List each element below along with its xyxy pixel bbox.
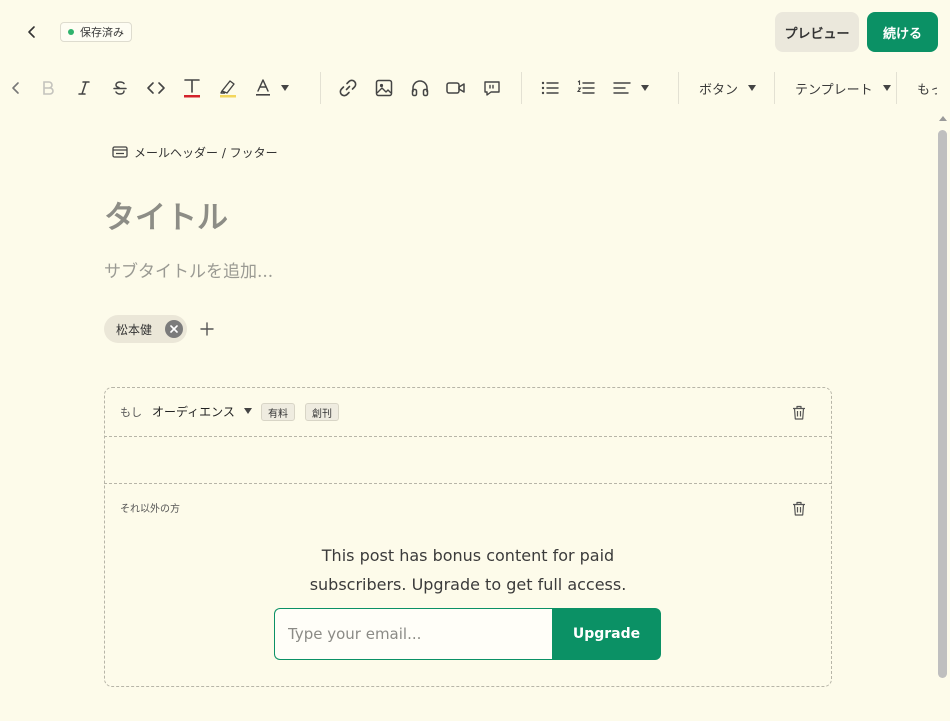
saved-label: 保存済み [80, 26, 124, 39]
condition-if-label: もし [120, 406, 142, 419]
highlighter-icon [220, 80, 236, 98]
video-button[interactable] [444, 76, 468, 100]
post-title-input[interactable]: タイトル [104, 192, 228, 237]
caret-down-icon [243, 408, 252, 414]
italic-button[interactable] [72, 76, 96, 100]
toolbar-scroll-left-button[interactable] [4, 76, 28, 100]
upgrade-button[interactable]: Upgrade [552, 608, 661, 660]
preview-button[interactable]: プレビュー [775, 12, 859, 52]
email-header-footer-link[interactable]: メールヘッダー / フッター [112, 143, 278, 161]
header-footer-label: メールヘッダー / フッター [134, 145, 278, 160]
condition-else-label: それ以外の方 [120, 504, 180, 515]
italic-icon [78, 81, 90, 95]
header-footer-icon [112, 146, 128, 158]
headphones-icon [411, 80, 429, 97]
toolbar-divider [521, 72, 522, 104]
close-icon [170, 325, 178, 333]
bold-icon [43, 81, 54, 95]
trash-icon [793, 405, 805, 420]
highlight-button[interactable] [216, 76, 240, 100]
audience-label: オーディエンス [152, 404, 235, 419]
image-button[interactable] [372, 76, 396, 100]
font-color-dropdown[interactable] [254, 76, 298, 100]
add-author-button[interactable] [198, 320, 216, 338]
chevron-left-icon [28, 26, 35, 38]
link-icon [339, 79, 357, 97]
more-label: もっと見る [917, 82, 937, 98]
delete-condition-button[interactable] [791, 404, 807, 420]
post-subtitle-input[interactable]: サブタイトルを追加... [104, 257, 273, 282]
plus-icon [200, 322, 214, 336]
code-button[interactable] [144, 76, 168, 100]
remove-author-button[interactable] [165, 320, 183, 338]
scroll-up-arrow-icon[interactable] [939, 116, 947, 121]
quote-button[interactable] [480, 76, 504, 100]
bullet-list-button[interactable] [538, 76, 562, 100]
paywall-line-1: This post has bonus content for paid [321, 546, 615, 565]
button-insert-dropdown[interactable]: ボタン [699, 78, 757, 98]
text-color-button[interactable] [180, 76, 204, 100]
more-dropdown[interactable]: もっと見る [917, 78, 937, 98]
code-icon [147, 82, 165, 94]
image-icon [375, 79, 393, 97]
block-divider [104, 436, 832, 437]
button-insert-label: ボタン [699, 82, 739, 98]
scrollbar-thumb[interactable] [938, 130, 947, 678]
continue-button[interactable]: 続ける [867, 12, 938, 52]
align-left-icon [613, 82, 631, 94]
caret-down-icon [641, 85, 649, 91]
caret-down-icon [748, 85, 757, 91]
chevron-left-icon [12, 82, 19, 94]
block-divider [104, 483, 832, 484]
caret-down-icon [882, 85, 891, 91]
paywall-line-2: subscribers. Upgrade to get full access. [309, 575, 627, 594]
toolbar-divider [896, 72, 897, 104]
strikethrough-button[interactable] [108, 76, 132, 100]
caret-down-icon [281, 85, 289, 91]
audio-button[interactable] [408, 76, 432, 100]
strikethrough-icon [113, 81, 127, 95]
toolbar-divider [678, 72, 679, 104]
trash-icon [793, 501, 805, 516]
audience-dropdown[interactable]: オーディエンス [152, 402, 252, 420]
paywall-message: This post has bonus content for paid sub… [104, 541, 832, 599]
author-name: 松本健 [116, 322, 153, 337]
bold-button[interactable] [36, 76, 60, 100]
quote-bubble-icon [484, 81, 500, 96]
delete-else-button[interactable] [791, 500, 807, 516]
toolbar-divider [320, 72, 321, 104]
template-label: テンプレート [795, 82, 873, 98]
saved-status-badge: 保存済み [60, 22, 132, 42]
toolbar-divider [774, 72, 775, 104]
author-chip: 松本健 [104, 315, 187, 343]
audience-tag-paid[interactable]: 有料 [261, 403, 295, 421]
font-color-icon [256, 79, 270, 96]
back-button[interactable] [20, 20, 44, 44]
template-dropdown[interactable]: テンプレート [795, 78, 891, 98]
formatting-toolbar: ボタン テンプレート もっと見る [0, 68, 950, 108]
saved-dot-icon [68, 29, 74, 35]
text-color-icon [184, 79, 200, 98]
link-button[interactable] [336, 76, 360, 100]
numbered-list-button[interactable] [574, 76, 598, 100]
email-input[interactable] [274, 608, 554, 660]
align-dropdown[interactable] [612, 76, 660, 100]
audience-tag-founding[interactable]: 創刊 [305, 403, 339, 421]
video-icon [446, 82, 465, 94]
bullet-list-icon [541, 81, 559, 95]
numbered-list-icon [576, 79, 595, 94]
